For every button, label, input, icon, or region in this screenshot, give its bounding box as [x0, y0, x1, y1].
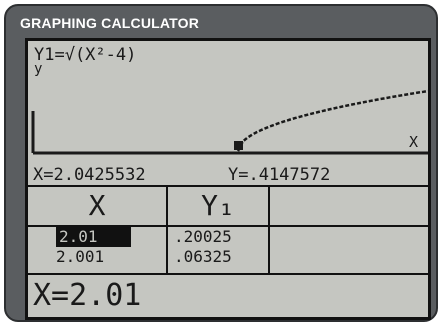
trace-y-value: Y=.4147572: [228, 165, 331, 185]
graph-area: Y1=√(X²-4) y X: [28, 41, 428, 163]
y-axis-label: y: [34, 61, 43, 77]
table-cell-x[interactable]: 2.001: [28, 247, 166, 267]
trace-x-value: X=2.0425532: [33, 165, 146, 185]
function-curve: [236, 89, 428, 152]
x-axis-label: X: [409, 133, 419, 151]
column-header-x: X: [28, 187, 166, 227]
table-cell-y1[interactable]: .06325: [168, 247, 268, 267]
column-header-empty: [270, 187, 428, 227]
table-column-empty: [270, 187, 428, 275]
trace-cursor[interactable]: [234, 141, 243, 150]
selected-cell[interactable]: 2.01: [56, 227, 131, 247]
column-header-y1: Y₁: [168, 187, 268, 227]
function-equation: Y1=√(X²-4): [34, 45, 137, 65]
calculator-screen: Y1=√(X²-4) y X X=2.0425532 Y=.4147572 X …: [25, 38, 431, 320]
table-cell-y1[interactable]: .20025: [168, 227, 268, 247]
table-column-x: X 2.01 2.001: [28, 187, 168, 275]
table-cell-x[interactable]: 2.01: [28, 227, 166, 247]
header-title: GRAPHING CALCULATOR: [20, 15, 200, 31]
entry-line[interactable]: X=2.01: [28, 273, 428, 317]
table-column-y1: Y₁ .20025 .06325: [168, 187, 270, 275]
trace-readout: X=2.0425532 Y=.4147572: [28, 165, 428, 187]
calculator-body: GRAPHING CALCULATOR Y1=√(X²-4) y X X=2.0…: [4, 4, 438, 322]
value-table: X 2.01 2.001 Y₁ .20025 .06325: [28, 185, 428, 275]
